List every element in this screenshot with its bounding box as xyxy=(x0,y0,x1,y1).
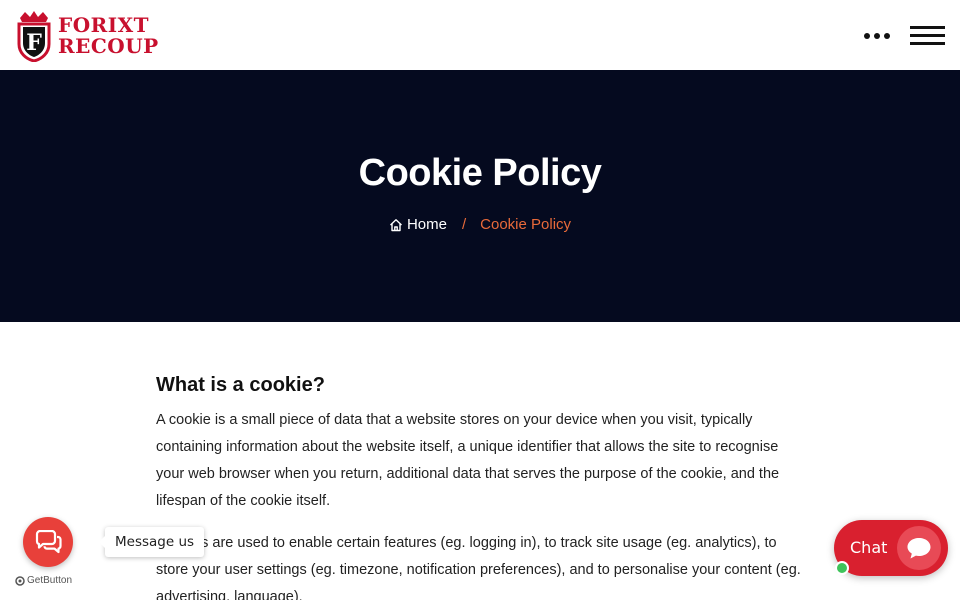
brand-name-line1: FORIXT xyxy=(58,13,149,37)
home-icon xyxy=(389,218,402,231)
chat-label: Chat xyxy=(850,538,888,557)
breadcrumb-home-label: Home xyxy=(406,216,447,233)
more-options-button[interactable] xyxy=(864,33,890,39)
section-heading: What is a cookie? xyxy=(156,374,325,396)
dot xyxy=(864,33,870,39)
getbutton-label: GetButton xyxy=(27,575,73,586)
message-us-label[interactable]: Message us xyxy=(98,527,205,557)
dot xyxy=(874,33,880,39)
hamburger-menu-icon[interactable] xyxy=(910,25,945,46)
chat-bubbles-icon xyxy=(35,530,62,554)
breadcrumb-home-link[interactable]: Home xyxy=(389,216,447,233)
speech-bubble-icon xyxy=(907,538,931,559)
breadcrumb-current: Cookie Policy xyxy=(480,216,572,233)
brand-logo[interactable]: F FORIXT RECOUP xyxy=(14,10,164,62)
brand-name-line2: RECOUP xyxy=(58,34,159,58)
site-header: F FORIXT RECOUP xyxy=(0,0,960,70)
getbutton-icon xyxy=(15,575,25,586)
page-hero: Cookie Policy Home / Cookie Policy xyxy=(0,70,960,322)
breadcrumb-separator: / xyxy=(461,216,467,233)
paragraph: A cookie is a small piece of data that a… xyxy=(156,412,780,509)
breadcrumb: Home / Cookie Policy xyxy=(0,216,960,233)
online-status-indicator xyxy=(835,561,849,575)
getbutton-credit-link[interactable]: GetButton xyxy=(15,575,72,586)
paragraph: Cookies are used to enable certain featu… xyxy=(156,535,801,600)
message-us-button[interactable] xyxy=(23,517,73,567)
emblem-letter: F xyxy=(26,30,42,56)
brand-name: FORIXT RECOUP xyxy=(58,15,159,57)
chat-bubble xyxy=(897,526,941,570)
page-title: Cookie Policy xyxy=(358,152,602,194)
crown-shield-icon: F xyxy=(17,11,51,62)
dot xyxy=(884,33,890,39)
chat-widget-button[interactable]: Chat xyxy=(834,520,948,576)
policy-content: What is a cookie? A cookie is a small pi… xyxy=(156,374,806,600)
